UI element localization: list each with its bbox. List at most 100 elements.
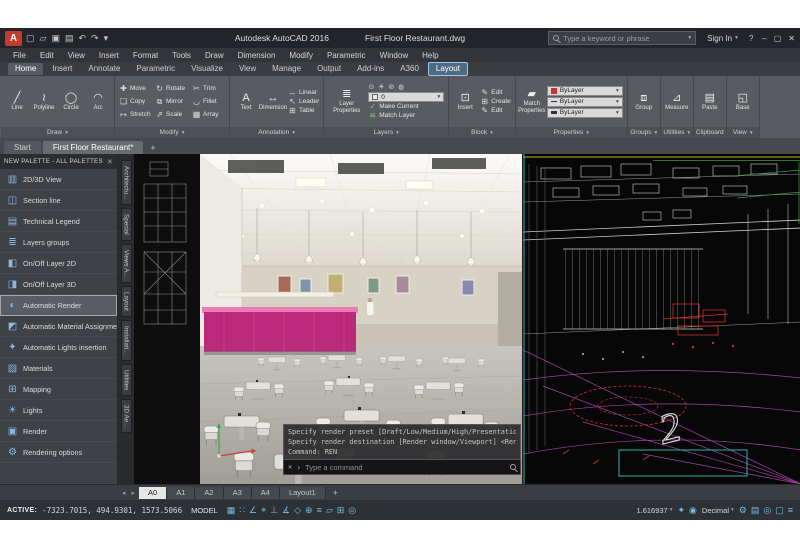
command-line[interactable]: Specify render preset [Draft/Low/Medium/…	[283, 424, 521, 475]
layout-prev-icon[interactable]: ◂	[120, 489, 128, 497]
ribbon-button[interactable]: A Text	[234, 92, 258, 112]
ribbon-button[interactable]: ◡ Fillet	[192, 97, 225, 106]
layout-tab[interactable]: A2	[195, 486, 224, 499]
open-file-icon[interactable]: ▱	[40, 33, 47, 44]
layout-next-icon[interactable]: ▸	[130, 489, 138, 497]
palette-side-tab[interactable]: Architectu...	[120, 160, 132, 206]
ribbon-tab[interactable]: Visualize	[184, 63, 230, 75]
panel-label-layers[interactable]: Layers ▾	[324, 127, 449, 138]
ribbon-button[interactable]: ⊞ Create	[480, 97, 510, 106]
palette-item[interactable]: ▥ 2D/3D View	[0, 169, 117, 190]
palette-side-tab[interactable]: Layout	[120, 286, 132, 318]
ribbon-button[interactable]: ⊿ Measure	[665, 92, 689, 112]
autoscale-icon[interactable]: ◉	[689, 505, 697, 516]
minimize-button[interactable]: –	[762, 34, 766, 43]
ribbon-tab[interactable]: Add-ins	[350, 63, 391, 75]
command-search-icon[interactable]	[510, 464, 516, 470]
ribbon-button[interactable]: ╱ Line	[5, 92, 29, 112]
ribbon-button[interactable]: ✚ Move	[119, 84, 155, 93]
palette-item[interactable]: ◩ Automatic Material Assignment	[0, 316, 117, 337]
palette-side-tab[interactable]: Views A...	[120, 243, 132, 284]
ribbon-button[interactable]: ↖ Leader	[288, 97, 319, 106]
selection-cycling-icon[interactable]: ⊞	[337, 505, 345, 516]
panel-label-view[interactable]: View ▾	[726, 127, 759, 138]
palette-side-tab[interactable]: Installati...	[120, 320, 132, 361]
panel-label-annotation[interactable]: Annotation ▾	[230, 127, 324, 138]
qat-dropdown-icon[interactable]: ▾	[104, 33, 109, 44]
panel-label-groups[interactable]: Groups ▾	[627, 127, 660, 138]
menu-item[interactable]: Edit	[33, 51, 61, 60]
infer-constraints-icon[interactable]: ∠	[249, 505, 257, 516]
ribbon-button[interactable]: ↻ Rotate	[155, 84, 192, 93]
ribbon-tab[interactable]: A360	[393, 63, 426, 75]
layer-freeze-icon[interactable]: ☀	[378, 83, 384, 91]
layer-color-icon[interactable]: ◍	[398, 83, 404, 91]
lineweight-icon[interactable]: ≡	[317, 505, 322, 515]
ribbon-button[interactable]: ⧉ Mirror	[155, 97, 192, 106]
palette-item[interactable]: ☀ Lights	[0, 400, 117, 421]
polar-tracking-icon[interactable]: ∡	[282, 505, 290, 516]
ortho-icon[interactable]: ⊥	[270, 505, 278, 516]
ribbon-button[interactable]: ↦ Stretch	[119, 110, 155, 119]
ribbon-tab[interactable]: Parametric	[129, 63, 182, 75]
transparency-icon[interactable]: ▱	[326, 505, 333, 516]
menu-item[interactable]: Modify	[282, 51, 320, 60]
layer-properties-button[interactable]: ≣ Layer Properties	[328, 88, 365, 115]
palette-item[interactable]: ▣ Render	[0, 421, 117, 442]
layer-combo[interactable]: 0 ▾	[368, 92, 445, 102]
osnap-icon[interactable]: ⊕	[305, 505, 313, 516]
new-layout-button[interactable]: +	[328, 488, 343, 498]
grid-icon[interactable]: ▦	[227, 505, 236, 516]
redo-icon[interactable]: ↷	[91, 33, 99, 44]
command-close-icon[interactable]: ✕	[288, 463, 292, 471]
ribbon-tab[interactable]: Layout	[427, 62, 468, 76]
snap-icon[interactable]: ∷	[239, 505, 245, 516]
layout-tab[interactable]: A3	[223, 486, 252, 499]
isodraft-icon[interactable]: ◇	[294, 505, 301, 516]
infocenter-search[interactable]: Type a keyword or phrase ▾	[548, 31, 697, 45]
help-icon[interactable]: ?	[749, 34, 753, 43]
layout-tab[interactable]: A4	[251, 486, 280, 499]
new-tab-button[interactable]: +	[145, 142, 160, 154]
palette-side-tab[interactable]: 3D Ae...	[120, 399, 132, 434]
menu-item[interactable]: Draw	[198, 51, 231, 60]
bylayer-combo[interactable]: ByLayer ▾	[546, 107, 623, 118]
bylayer-combo[interactable]: ByLayer ▾	[546, 85, 623, 96]
wireframe-viewport[interactable]: 2	[522, 154, 800, 484]
menu-item[interactable]: Help	[415, 51, 445, 60]
isolate-objects-icon[interactable]: ◎	[763, 505, 771, 516]
ribbon-tab[interactable]: Insert	[45, 63, 79, 75]
undo-icon[interactable]: ↶	[78, 33, 86, 44]
ribbon-button[interactable]: ▤ Paste	[698, 92, 722, 112]
menu-item[interactable]: Format	[126, 51, 165, 60]
autocad-logo-icon[interactable]: A	[5, 30, 22, 46]
dynamic-input-icon[interactable]: ⌖	[261, 505, 266, 516]
left-wireframe-region[interactable]	[134, 154, 200, 484]
save-icon[interactable]: ▣	[51, 33, 60, 44]
ribbon-tab[interactable]: Home	[8, 63, 44, 75]
layout-tab[interactable]: Layout1	[279, 486, 326, 499]
ribbon-tab[interactable]: View	[232, 63, 263, 75]
palette-side-tab[interactable]: Utilities	[120, 363, 132, 397]
palette-item[interactable]: ≣ Layers groups	[0, 232, 117, 253]
menu-item[interactable]: Parametric	[320, 51, 373, 60]
layer-on-icon[interactable]: ⊙	[368, 83, 374, 91]
customization-icon[interactable]: ≡	[788, 505, 793, 515]
ribbon-button[interactable]: ✎ Edit	[480, 106, 511, 115]
panel-label-utilities[interactable]: Utilities ▾	[660, 127, 693, 138]
panel-label-properties[interactable]: Properties ▾	[515, 127, 627, 138]
ribbon-tab[interactable]: Output	[310, 63, 348, 75]
menu-item[interactable]: Dimension	[231, 51, 283, 60]
panel-label-clipboard[interactable]: Clipboard	[693, 127, 726, 138]
ribbon-button[interactable]: ⇗ Scale	[155, 110, 192, 119]
layer-lock-icon[interactable]: ⊘	[388, 83, 394, 91]
model-space-toggle[interactable]: MODEL	[187, 505, 222, 516]
ribbon-button[interactable]: ✓ Make Current	[368, 103, 444, 111]
file-tab[interactable]: Start	[4, 141, 41, 154]
ribbon-button[interactable]: ▦ Array	[192, 110, 225, 119]
command-input[interactable]: ✕ › Type a command	[283, 460, 521, 475]
match-properties-button[interactable]: ▰ Match Properties	[518, 88, 545, 115]
clean-screen-icon[interactable]: ▢	[775, 505, 784, 516]
palette-item[interactable]: ⚙ Rendering options	[0, 442, 117, 463]
annotation-scale-control[interactable]: 1.616937 ▾	[636, 506, 672, 515]
